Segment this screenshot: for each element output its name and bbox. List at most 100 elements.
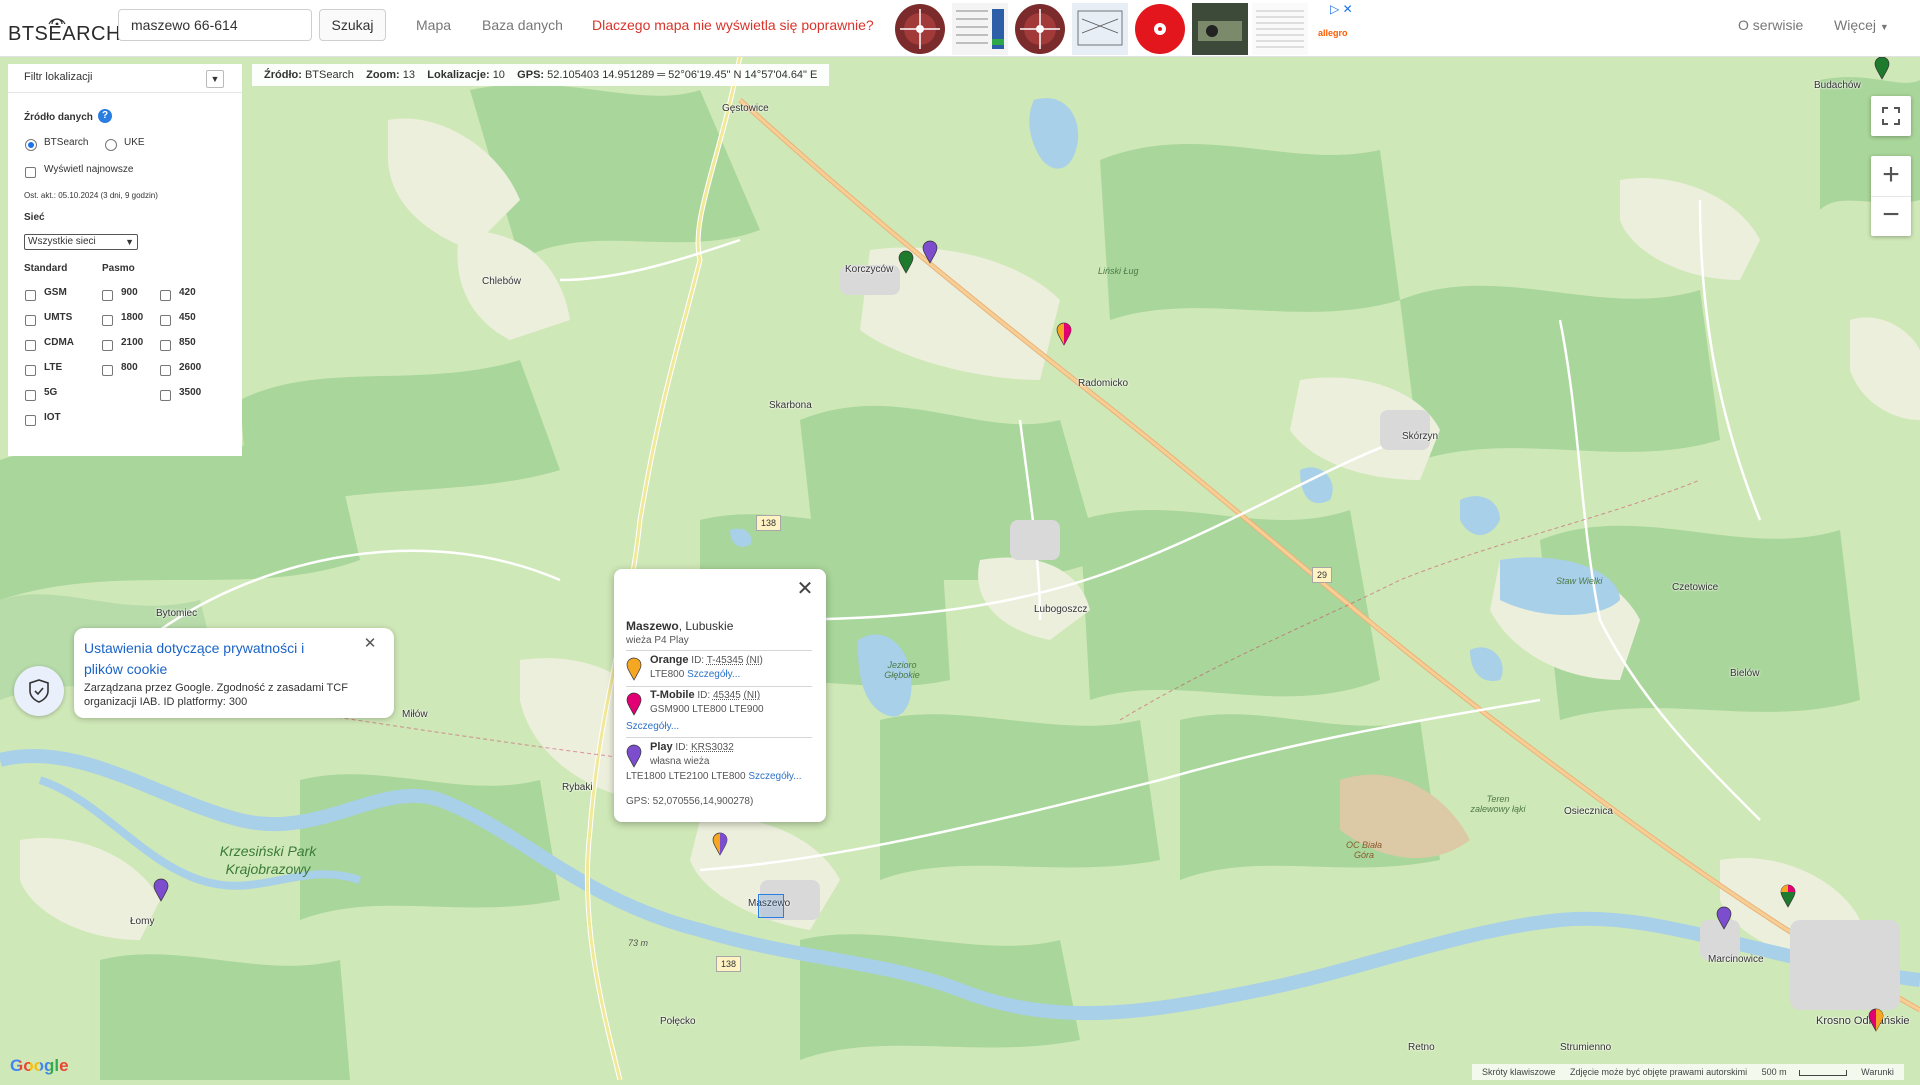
network-heading: Sieć: [24, 212, 45, 223]
map-canvas[interactable]: Gęstowice Chlebów Korczyców Skarbona Rad…: [0, 55, 1920, 1081]
scale-label[interactable]: 500 m: [1762, 1067, 1787, 1077]
place-lubogoszcz: Lubogoszcz: [1034, 604, 1088, 615]
search-input[interactable]: [118, 9, 312, 41]
label-park: Krzesiński Park Krajobrazowy: [219, 843, 317, 877]
popup-operator-play: Play ID: KRS3032: [650, 741, 734, 753]
popup-gps: GPS: 52,070556,14,900278): [626, 796, 754, 807]
checkbox-band-450[interactable]: [160, 315, 171, 326]
google-logo-text: Google: [10, 1056, 69, 1075]
search-button[interactable]: Szukaj: [319, 9, 386, 41]
label-band-2100: 2100: [121, 337, 144, 348]
radio-btsearch[interactable]: [25, 139, 37, 151]
marker-orange-magenta[interactable]: [1056, 322, 1072, 346]
checkbox-band-2600[interactable]: [160, 365, 171, 376]
collapse-toggle-icon[interactable]: ▼: [206, 70, 224, 88]
scale-bar: [1798, 1069, 1847, 1076]
label-iot: IOT: [44, 412, 61, 423]
last-update-text: Ost. akt.: 05.10.2024 (3 dni, 9 godzin): [24, 191, 158, 200]
nav-more[interactable]: Więcej ▼: [1834, 17, 1889, 33]
source-value: BTSearch: [304, 69, 354, 81]
label-band-850: 850: [179, 337, 196, 348]
label-band-800: 800: [121, 362, 138, 373]
ad-saw-blade-image: [895, 4, 945, 54]
checkbox-cdma[interactable]: [25, 340, 36, 351]
checkbox-5g[interactable]: [25, 390, 36, 401]
terms-link[interactable]: Warunki: [1861, 1067, 1894, 1077]
filter-panel: Filtr lokalizacji ▼ Źródło danych ? BTSe…: [8, 64, 242, 456]
show-newest-label: Wyświetl najnowsze: [44, 164, 134, 175]
checkbox-band-850[interactable]: [160, 340, 171, 351]
logo[interactable]: BTSEARCH: [8, 13, 120, 47]
details-link[interactable]: Szczegóły...: [748, 771, 801, 782]
marker-krosno[interactable]: [1868, 1008, 1884, 1032]
label-cdma: CDMA: [44, 337, 74, 348]
close-icon[interactable]: ✕: [794, 579, 816, 601]
marker-marcinowice-purple[interactable]: [1716, 906, 1732, 930]
cookie-consent-box[interactable]: Ustawienia dotyczące prywatności i plikó…: [74, 628, 394, 718]
checkbox-gsm[interactable]: [25, 290, 36, 301]
help-icon[interactable]: ?: [98, 109, 112, 123]
orange-pin-icon: [626, 657, 642, 681]
checkbox-lte[interactable]: [25, 365, 36, 376]
operator-id: KRS3032: [690, 742, 734, 753]
details-link[interactable]: Szczegóły...: [687, 669, 740, 680]
place-bielow: Bielów: [1730, 668, 1760, 679]
marker-green[interactable]: [898, 250, 914, 274]
label-band-2600: 2600: [179, 362, 202, 373]
id-label: ID:: [697, 690, 711, 701]
fullscreen-button[interactable]: [1871, 96, 1911, 136]
place-rybaki: Rybaki: [562, 782, 593, 793]
nav-map-help-link[interactable]: Dlaczego mapa nie wyświetla się poprawni…: [592, 17, 874, 33]
checkbox-band-1800[interactable]: [102, 315, 113, 326]
place-skarbona: Skarbona: [769, 400, 812, 411]
marker-budachow[interactable]: [1874, 56, 1890, 80]
keyboard-shortcuts-link[interactable]: Skróty klawiszowe: [1482, 1067, 1556, 1077]
top-navbar: BTSEARCH Szukaj Mapa Baza danych Dlaczeg…: [0, 0, 1920, 57]
checkbox-band-420[interactable]: [160, 290, 171, 301]
privacy-shield-button[interactable]: [14, 666, 64, 716]
road-sign-138-north: 138: [756, 515, 782, 531]
fullscreen-icon: [1882, 107, 1900, 125]
checkbox-iot[interactable]: [25, 415, 36, 426]
checkbox-band-2100[interactable]: [102, 340, 113, 351]
place-lomy: Łomy: [130, 916, 155, 927]
ad-close-icon[interactable]: ▷ ✕: [1330, 2, 1358, 16]
shield-icon: [29, 679, 49, 703]
operator-tech: GSM900 LTE800 LTE900: [650, 704, 764, 715]
zoom-out-button[interactable]: −: [1871, 196, 1911, 236]
close-icon[interactable]: ✕: [362, 636, 378, 652]
operator-flag: (NI): [746, 655, 763, 666]
place-radomicko: Radomicko: [1078, 378, 1129, 389]
marker-lomy-purple[interactable]: [153, 878, 169, 902]
place-budachow: Budachów: [1814, 80, 1861, 91]
place-retno: Retno: [1408, 1042, 1435, 1053]
nav-database[interactable]: Baza danych: [482, 17, 563, 33]
popup-place: Maszewo, Lubuskie: [626, 619, 733, 633]
cookie-title[interactable]: Ustawienia dotyczące prywatności i plikó…: [84, 638, 324, 680]
popup-operator-tmobile: T-Mobile ID: 45345 (NI): [650, 689, 760, 701]
checkbox-band-900[interactable]: [102, 290, 113, 301]
marker-multi[interactable]: [1780, 884, 1796, 908]
place-gestowice: Gęstowice: [722, 103, 769, 114]
checkbox-umts[interactable]: [25, 315, 36, 326]
zoom-in-button[interactable]: +: [1871, 156, 1911, 197]
operator-name: T-Mobile: [650, 689, 695, 701]
details-link[interactable]: Szczegóły...: [626, 721, 679, 732]
checkbox-band-800[interactable]: [102, 365, 113, 376]
ad-banner[interactable]: [888, 0, 1360, 56]
ad-machine-photo: [1192, 3, 1248, 55]
nav-about[interactable]: O serwisie: [1738, 17, 1803, 33]
radio-uke[interactable]: [105, 139, 117, 151]
nav-map[interactable]: Mapa: [416, 17, 451, 33]
zoom-label: Zoom:: [366, 69, 400, 81]
operator-owner: własna wieża: [650, 756, 710, 767]
nav-more-label: Więcej: [1834, 17, 1877, 33]
divider: [626, 686, 812, 687]
operator-tech: LTE800: [650, 669, 685, 680]
checkbox-band-3500[interactable]: [160, 390, 171, 401]
network-select[interactable]: Wszystkie sieci ▼: [24, 234, 138, 250]
checkbox-show-newest[interactable]: [25, 167, 36, 178]
operator-name: Orange: [650, 654, 689, 666]
marker-purple[interactable]: [922, 240, 938, 264]
marker-maszewo-combined[interactable]: [712, 832, 728, 856]
